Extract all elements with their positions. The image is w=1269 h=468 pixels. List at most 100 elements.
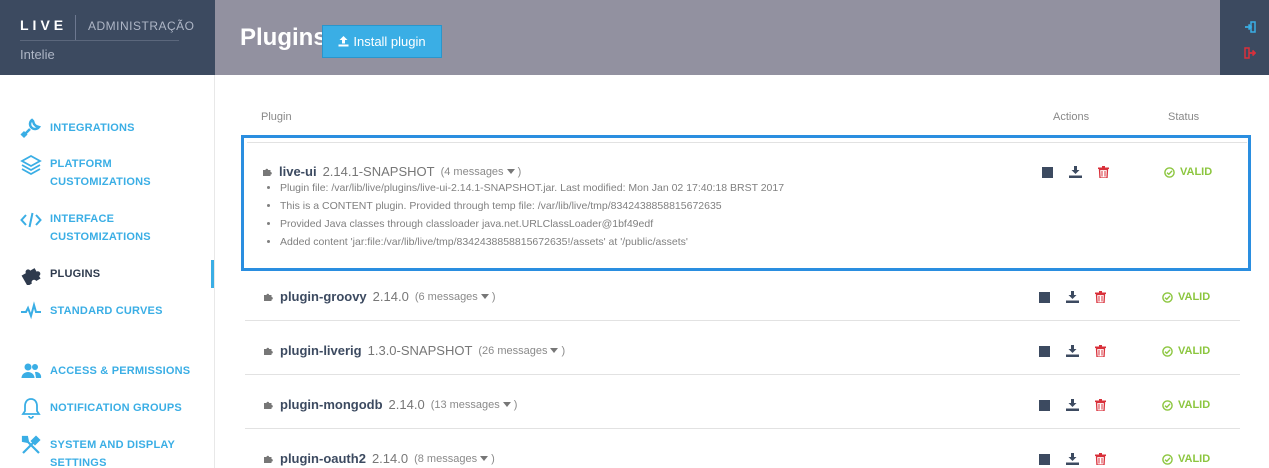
plugin-name[interactable]: plugin-groovy	[280, 289, 367, 304]
status-badge: VALID	[1162, 399, 1210, 411]
page-title: Plugins	[240, 24, 327, 51]
messages-toggle[interactable]: (4 messages)	[441, 166, 522, 178]
brand-block: LIVE ADMINISTRAÇÃO Intelie	[0, 0, 215, 75]
trash-icon	[1094, 453, 1106, 465]
trash-icon	[1094, 399, 1106, 411]
plugin-name[interactable]: plugin-oauth2	[280, 451, 366, 466]
download-button[interactable]	[1068, 165, 1082, 179]
stop-icon	[1038, 345, 1050, 357]
top-right-actions	[1220, 0, 1269, 75]
download-button[interactable]	[1065, 452, 1079, 466]
delete-button[interactable]	[1093, 344, 1107, 358]
trash-icon	[1094, 291, 1106, 303]
check-circle-icon	[1162, 291, 1173, 303]
plugin-title: plugin-oauth2 2.14.0 (8 messages)	[263, 451, 495, 466]
install-plugin-label: Install plugin	[353, 34, 426, 49]
layers-icon	[20, 154, 42, 176]
trash-icon	[1097, 166, 1109, 178]
download-icon	[1065, 345, 1079, 357]
delete-button[interactable]	[1093, 290, 1107, 304]
plugin-title: plugin-groovy 2.14.0 (6 messages)	[263, 289, 495, 304]
pulse-icon	[20, 300, 42, 322]
download-icon	[1065, 399, 1079, 411]
messages-toggle[interactable]: (13 messages)	[431, 399, 518, 411]
table-row[interactable]: live-ui 2.14.1-SNAPSHOT (4 messages) Plu…	[241, 135, 1251, 271]
tools-icon	[20, 434, 42, 456]
plugin-name[interactable]: plugin-mongodb	[280, 397, 383, 412]
plugin-title: plugin-liverig 1.3.0-SNAPSHOT (26 messag…	[263, 343, 565, 358]
users-icon	[20, 360, 42, 382]
plugin-version: 1.3.0-SNAPSHOT	[367, 343, 473, 358]
message-item: Plugin file: /var/lib/live/plugins/live-…	[280, 179, 784, 197]
login-icon[interactable]	[1244, 20, 1256, 38]
plugins-table: Plugin Actions Status live-ui 2.14.1-SNA…	[241, 75, 1251, 468]
download-icon	[1065, 453, 1079, 465]
messages-toggle[interactable]: (26 messages)	[478, 345, 565, 357]
sidebar-item-label: INTEGRATIONS	[50, 122, 135, 134]
status-badge: VALID	[1162, 291, 1210, 303]
table-row[interactable]: plugin-groovy 2.14.0 (6 messages) VALID	[245, 275, 1240, 321]
download-button[interactable]	[1065, 344, 1079, 358]
sidebar-item-label: INTERFACE CUSTOMIZATIONS	[50, 213, 151, 243]
plugin-title: live-ui 2.14.1-SNAPSHOT (4 messages)	[262, 164, 521, 179]
org-name: Intelie	[20, 47, 55, 62]
col-header-plugin: Plugin	[261, 111, 292, 123]
table-row[interactable]: plugin-mongodb 2.14.0 (13 messages) VALI…	[245, 383, 1240, 429]
stop-button[interactable]	[1037, 398, 1051, 412]
stop-icon	[1038, 399, 1050, 411]
messages-toggle[interactable]: (6 messages)	[415, 291, 496, 303]
sidebar-item-label: STANDARD CURVES	[50, 305, 163, 317]
caret-down-icon	[480, 294, 489, 300]
sidebar-item-label: PLUGINS	[50, 268, 101, 280]
delete-button[interactable]	[1093, 452, 1107, 466]
download-button[interactable]	[1065, 290, 1079, 304]
brand-underline	[20, 40, 179, 41]
bell-icon	[20, 397, 42, 419]
install-plugin-button[interactable]: Install plugin	[322, 25, 442, 58]
delete-button[interactable]	[1093, 398, 1107, 412]
upload-icon	[338, 36, 349, 47]
stop-icon	[1038, 453, 1050, 465]
sidebar-nav: INTEGRATIONS PLATFORM CUSTOMIZATIONS INTE…	[0, 75, 215, 468]
check-circle-icon	[1162, 399, 1173, 411]
plugin-name[interactable]: live-ui	[279, 164, 317, 179]
plugin-icon	[263, 168, 272, 176]
wrench-plug-icon	[20, 117, 42, 139]
sidebar-item-label: SYSTEM AND DISPLAY SETTINGS	[50, 439, 176, 468]
status-badge: VALID	[1162, 345, 1210, 357]
table-row[interactable]: plugin-liverig 1.3.0-SNAPSHOT (26 messag…	[245, 329, 1240, 375]
stop-button[interactable]	[1037, 452, 1051, 466]
plugin-title: plugin-mongodb 2.14.0 (13 messages)	[263, 397, 517, 412]
stop-button[interactable]	[1037, 344, 1051, 358]
logout-icon[interactable]	[1244, 46, 1257, 64]
message-item: This is a CONTENT plugin. Provided throu…	[280, 197, 784, 215]
plugin-icon	[264, 293, 273, 301]
stop-icon	[1041, 166, 1053, 178]
caret-down-icon	[550, 348, 559, 354]
messages-toggle[interactable]: (8 messages)	[414, 453, 495, 465]
delete-button[interactable]	[1096, 165, 1110, 179]
plugin-name[interactable]: plugin-liverig	[280, 343, 362, 358]
download-icon	[1065, 291, 1079, 303]
stop-button[interactable]	[1037, 290, 1051, 304]
download-icon	[1068, 166, 1082, 178]
table-row[interactable]: plugin-oauth2 2.14.0 (8 messages) VALID	[245, 437, 1240, 468]
sidebar-item-label: NOTIFICATION GROUPS	[50, 402, 182, 414]
message-item: Added content 'jar:file:/var/lib/live/tm…	[280, 233, 784, 251]
live-logo[interactable]: LIVE	[20, 17, 67, 33]
section-title: ADMINISTRAÇÃO	[88, 19, 195, 33]
plugin-icon	[264, 347, 273, 355]
puzzle-icon	[20, 263, 42, 285]
check-circle-icon	[1162, 345, 1173, 357]
plugin-icon	[264, 455, 273, 463]
check-circle-icon	[1162, 453, 1173, 465]
check-circle-icon	[1164, 166, 1175, 178]
caret-down-icon	[506, 169, 515, 175]
plugin-version: 2.14.1-SNAPSHOT	[322, 164, 435, 179]
plugin-version: 2.14.0	[371, 451, 409, 466]
plugin-version: 2.14.0	[388, 397, 425, 412]
sidebar-item-label: ACCESS & PERMISSIONS	[50, 365, 191, 377]
col-header-actions: Actions	[1053, 111, 1090, 123]
download-button[interactable]	[1065, 398, 1079, 412]
stop-button[interactable]	[1040, 165, 1054, 179]
